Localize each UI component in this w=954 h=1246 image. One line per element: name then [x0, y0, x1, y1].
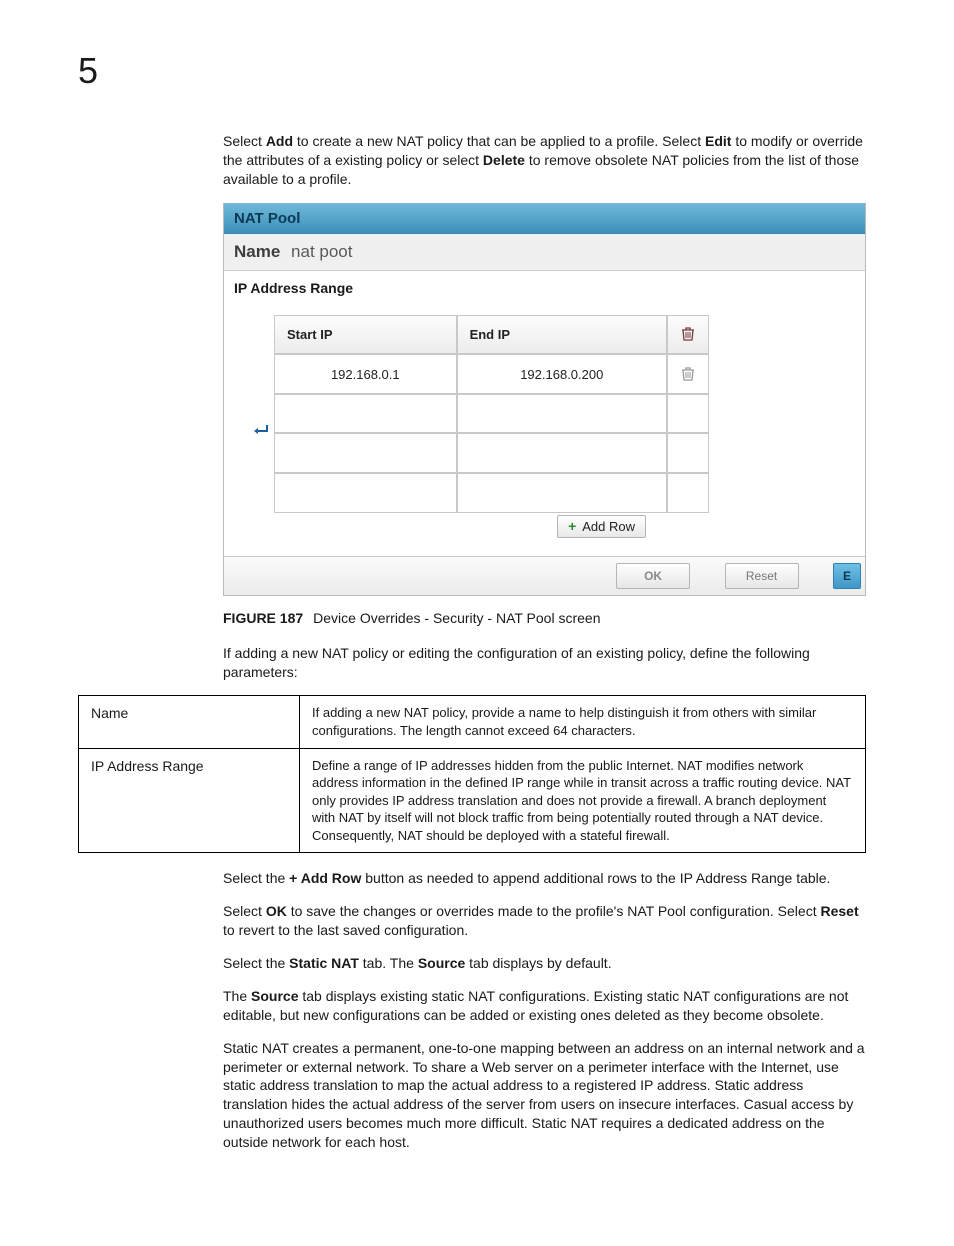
text: tab displays by default. — [465, 955, 611, 971]
name-row: Name nat poot — [224, 234, 865, 271]
nat-pool-panel: NAT Pool Name nat poot IP Address Range — [223, 203, 866, 596]
row-insert-icon[interactable] — [246, 414, 274, 447]
exit-button[interactable]: E — [833, 563, 861, 589]
panel-footer: OK Reset E — [224, 556, 865, 595]
bold-edit: Edit — [705, 133, 731, 149]
delete-row-button[interactable] — [667, 433, 709, 473]
text: Select the — [223, 955, 289, 971]
text: to create a new NAT policy that can be a… — [293, 133, 705, 149]
text: button as needed to append additional ro… — [361, 870, 830, 886]
table-row: Name If adding a new NAT policy, provide… — [79, 696, 866, 748]
text: Select — [223, 133, 266, 149]
name-value: nat poot — [291, 242, 352, 261]
param-key: Name — [79, 696, 300, 748]
parameter-table: Name If adding a new NAT policy, provide… — [78, 695, 866, 853]
bold-text: Source — [418, 955, 465, 971]
param-key: IP Address Range — [79, 748, 300, 853]
bold-text: Source — [251, 988, 298, 1004]
delete-row-button[interactable] — [667, 473, 709, 513]
reset-button[interactable]: Reset — [725, 563, 799, 589]
start-ip-cell[interactable] — [274, 394, 457, 434]
body-paragraph: Select the Static NAT tab. The Source ta… — [223, 954, 866, 973]
text: The — [223, 988, 251, 1004]
start-ip-cell[interactable]: 192.168.0.1 — [274, 354, 457, 394]
bold-text: Reset — [820, 903, 858, 919]
params-intro: If adding a new NAT policy or editing th… — [223, 644, 866, 682]
end-ip-cell[interactable] — [457, 394, 667, 434]
text: tab. The — [359, 955, 418, 971]
trash-icon — [668, 366, 708, 382]
intro-paragraph: Select Add to create a new NAT policy th… — [223, 132, 866, 189]
col-start-ip[interactable]: Start IP — [274, 315, 457, 355]
col-delete[interactable] — [667, 315, 709, 355]
figure-text: Device Overrides - Security - NAT Pool s… — [313, 610, 600, 626]
delete-row-button[interactable] — [667, 394, 709, 434]
end-ip-cell[interactable] — [457, 473, 667, 513]
text: tab displays existing static NAT configu… — [223, 988, 848, 1023]
bold-add: Add — [266, 133, 293, 149]
add-row-label: Add Row — [582, 519, 635, 534]
col-end-ip[interactable]: End IP — [457, 315, 667, 355]
body-paragraph: Select OK to save the changes or overrid… — [223, 902, 866, 940]
add-row-button[interactable]: + Add Row — [557, 515, 646, 538]
bold-text: OK — [266, 903, 287, 919]
param-desc: If adding a new NAT policy, provide a na… — [300, 696, 866, 748]
figure-number: FIGURE 187 — [223, 610, 303, 626]
table-row[interactable] — [274, 433, 709, 473]
end-ip-cell[interactable] — [457, 433, 667, 473]
ip-range-table: Start IP End IP 192.168.0.1 1 — [274, 315, 709, 513]
ip-range-fieldset: IP Address Range — [234, 289, 855, 548]
table-row[interactable] — [274, 473, 709, 513]
bold-delete: Delete — [483, 152, 525, 168]
text: to save the changes or overrides made to… — [287, 903, 821, 919]
delete-row-button[interactable] — [667, 354, 709, 394]
bold-text: Static NAT — [289, 955, 359, 971]
body-paragraph: Select the + Add Row button as needed to… — [223, 869, 866, 888]
end-ip-cell[interactable]: 192.168.0.200 — [457, 354, 667, 394]
body-paragraph: The Source tab displays existing static … — [223, 987, 866, 1025]
param-desc: Define a range of IP addresses hidden fr… — [300, 748, 866, 853]
text: Select the — [223, 870, 289, 886]
table-row: IP Address Range Define a range of IP ad… — [79, 748, 866, 853]
text: Select — [223, 903, 266, 919]
trash-icon — [668, 326, 708, 342]
panel-title: NAT Pool — [224, 203, 865, 234]
figure-caption: FIGURE 187 Device Overrides - Security - … — [223, 610, 866, 626]
body-paragraph: Static NAT creates a permanent, one-to-o… — [223, 1039, 866, 1152]
name-label: Name — [234, 242, 280, 261]
text: to revert to the last saved configuratio… — [223, 922, 468, 938]
table-row[interactable]: 192.168.0.1 192.168.0.200 — [274, 354, 709, 394]
fieldset-legend: IP Address Range — [234, 280, 359, 296]
table-row[interactable] — [274, 394, 709, 434]
bold-text: + Add Row — [289, 870, 361, 886]
start-ip-cell[interactable] — [274, 473, 457, 513]
ok-button[interactable]: OK — [616, 563, 690, 589]
start-ip-cell[interactable] — [274, 433, 457, 473]
chapter-number: 5 — [78, 50, 866, 92]
plus-icon: + — [568, 519, 576, 533]
